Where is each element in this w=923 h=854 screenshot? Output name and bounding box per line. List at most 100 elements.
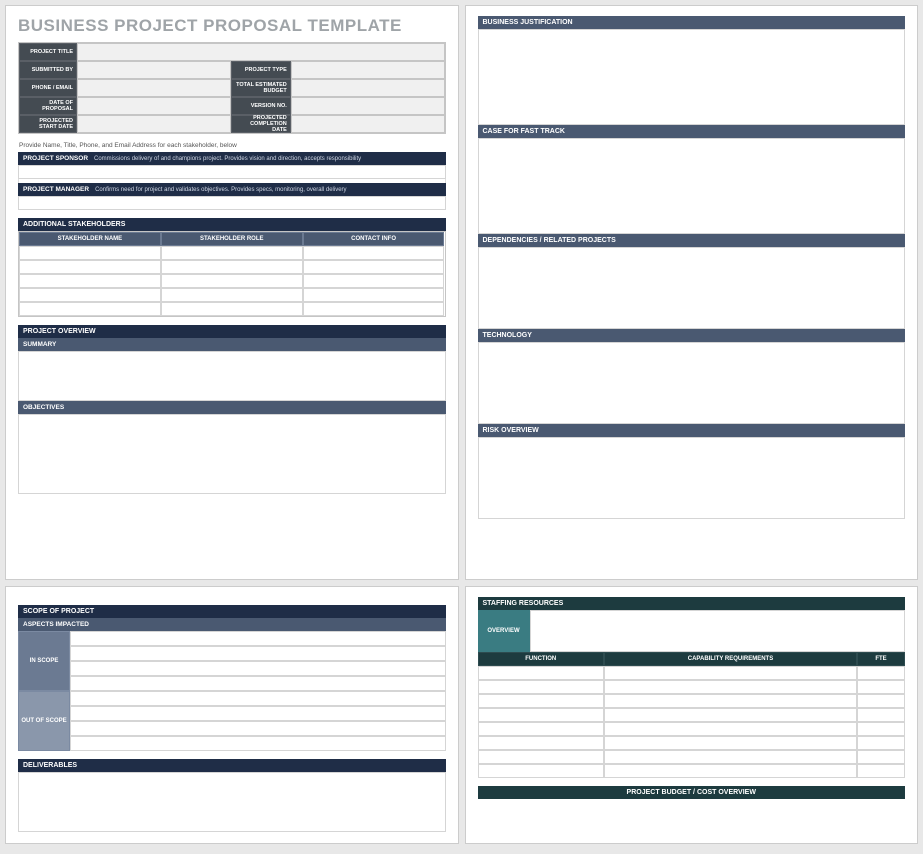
- additional-stakeholders-head: ADDITIONAL STAKEHOLDERS: [18, 218, 446, 231]
- scope-line[interactable]: [70, 706, 446, 721]
- table-cell[interactable]: [857, 736, 905, 750]
- table-cell[interactable]: [19, 288, 161, 302]
- deliverables-body[interactable]: [18, 772, 446, 832]
- in-scope-label: IN SCOPE: [18, 631, 70, 691]
- table-cell[interactable]: [478, 764, 605, 778]
- table-cell[interactable]: [857, 694, 905, 708]
- staffing-resources-head: STAFFING RESOURCES: [478, 597, 906, 610]
- table-cell[interactable]: [478, 694, 605, 708]
- value-submitted-by[interactable]: [77, 61, 231, 79]
- col-stakeholder-name: STAKEHOLDER NAME: [19, 232, 161, 246]
- table-cell[interactable]: [604, 680, 857, 694]
- overview-body[interactable]: [530, 610, 906, 652]
- sponsor-label: PROJECT SPONSOR: [23, 155, 88, 162]
- table-cell[interactable]: [19, 274, 161, 288]
- manager-label: PROJECT MANAGER: [23, 186, 89, 193]
- risk-overview-head: RISK OVERVIEW: [478, 424, 906, 437]
- dependencies-head: DEPENDENCIES / RELATED PROJECTS: [478, 234, 906, 247]
- project-manager-bar: PROJECT MANAGER Confirms need for projec…: [18, 183, 446, 196]
- scope-line[interactable]: [70, 646, 446, 661]
- out-of-scope-label: OUT OF SCOPE: [18, 691, 70, 751]
- table-cell[interactable]: [303, 246, 445, 260]
- scope-line[interactable]: [70, 676, 446, 691]
- scope-line[interactable]: [70, 691, 446, 706]
- scope-line[interactable]: [70, 631, 446, 646]
- label-date-proposal: DATE OF PROPOSAL: [19, 97, 77, 115]
- table-cell[interactable]: [857, 708, 905, 722]
- table-cell[interactable]: [604, 750, 857, 764]
- table-cell[interactable]: [857, 680, 905, 694]
- objectives-head: OBJECTIVES: [18, 401, 446, 414]
- label-project-type: PROJECT TYPE: [231, 61, 291, 79]
- table-cell[interactable]: [19, 260, 161, 274]
- scope-line[interactable]: [70, 736, 446, 751]
- table-cell[interactable]: [19, 246, 161, 260]
- table-cell[interactable]: [161, 260, 303, 274]
- table-cell[interactable]: [604, 764, 857, 778]
- table-cell[interactable]: [161, 302, 303, 316]
- value-project-type[interactable]: [291, 61, 445, 79]
- table-cell[interactable]: [478, 666, 605, 680]
- table-cell[interactable]: [604, 666, 857, 680]
- scope-head: SCOPE OF PROJECT: [18, 605, 446, 618]
- table-cell[interactable]: [161, 288, 303, 302]
- value-date-proposal[interactable]: [77, 97, 231, 115]
- table-cell[interactable]: [604, 722, 857, 736]
- scope-line[interactable]: [70, 661, 446, 676]
- staffing-table: FUNCTION CAPABILITY REQUIREMENTS FTE: [478, 652, 906, 778]
- table-cell[interactable]: [303, 274, 445, 288]
- summary-body[interactable]: [18, 351, 446, 401]
- table-cell[interactable]: [857, 666, 905, 680]
- table-cell[interactable]: [303, 260, 445, 274]
- label-version-no: VERSION NO.: [231, 97, 291, 115]
- page-3: SCOPE OF PROJECT ASPECTS IMPACTED IN SCO…: [5, 586, 459, 844]
- col-fte: FTE: [857, 652, 905, 666]
- overview-row: OVERVIEW: [478, 610, 906, 652]
- label-completion-date: PROJECTED COMPLETION DATE: [231, 115, 291, 133]
- risk-overview-body[interactable]: [478, 437, 906, 519]
- table-cell[interactable]: [478, 722, 605, 736]
- manager-value[interactable]: [18, 196, 446, 210]
- table-cell[interactable]: [604, 708, 857, 722]
- document-title: BUSINESS PROJECT PROPOSAL TEMPLATE: [18, 16, 446, 36]
- table-cell[interactable]: [478, 750, 605, 764]
- table-cell[interactable]: [19, 302, 161, 316]
- value-version-no[interactable]: [291, 97, 445, 115]
- out-of-scope-row: OUT OF SCOPE: [18, 691, 446, 751]
- value-completion-date[interactable]: [291, 115, 445, 133]
- label-project-title: PROJECT TITLE: [19, 43, 77, 61]
- table-cell[interactable]: [604, 736, 857, 750]
- value-total-budget[interactable]: [291, 79, 445, 97]
- deliverables-head: DELIVERABLES: [18, 759, 446, 772]
- table-cell[interactable]: [857, 722, 905, 736]
- table-cell[interactable]: [604, 694, 857, 708]
- table-cell[interactable]: [161, 274, 303, 288]
- value-start-date[interactable]: [77, 115, 231, 133]
- table-cell[interactable]: [478, 736, 605, 750]
- case-fast-track-body[interactable]: [478, 138, 906, 234]
- overview-label: OVERVIEW: [478, 610, 530, 652]
- objectives-body[interactable]: [18, 414, 446, 494]
- col-capability: CAPABILITY REQUIREMENTS: [604, 652, 857, 666]
- label-start-date: PROJECTED START DATE: [19, 115, 77, 133]
- in-scope-row: IN SCOPE: [18, 631, 446, 691]
- table-cell[interactable]: [857, 750, 905, 764]
- business-justification-body[interactable]: [478, 29, 906, 125]
- table-cell[interactable]: [303, 288, 445, 302]
- stakeholders-table: STAKEHOLDER NAME STAKEHOLDER ROLE CONTAC…: [18, 231, 446, 317]
- table-cell[interactable]: [478, 708, 605, 722]
- dependencies-body[interactable]: [478, 247, 906, 329]
- value-project-title[interactable]: [77, 43, 445, 61]
- label-submitted-by: SUBMITTED BY: [19, 61, 77, 79]
- technology-body[interactable]: [478, 342, 906, 424]
- scope-line[interactable]: [70, 721, 446, 736]
- sponsor-value[interactable]: [18, 165, 446, 179]
- table-cell[interactable]: [478, 680, 605, 694]
- case-fast-track-head: CASE FOR FAST TRACK: [478, 125, 906, 138]
- table-cell[interactable]: [857, 764, 905, 778]
- table-cell[interactable]: [161, 246, 303, 260]
- col-stakeholder-role: STAKEHOLDER ROLE: [161, 232, 303, 246]
- table-cell[interactable]: [303, 302, 445, 316]
- value-phone-email[interactable]: [77, 79, 231, 97]
- sponsor-desc: Commissions delivery of and champions pr…: [94, 156, 361, 162]
